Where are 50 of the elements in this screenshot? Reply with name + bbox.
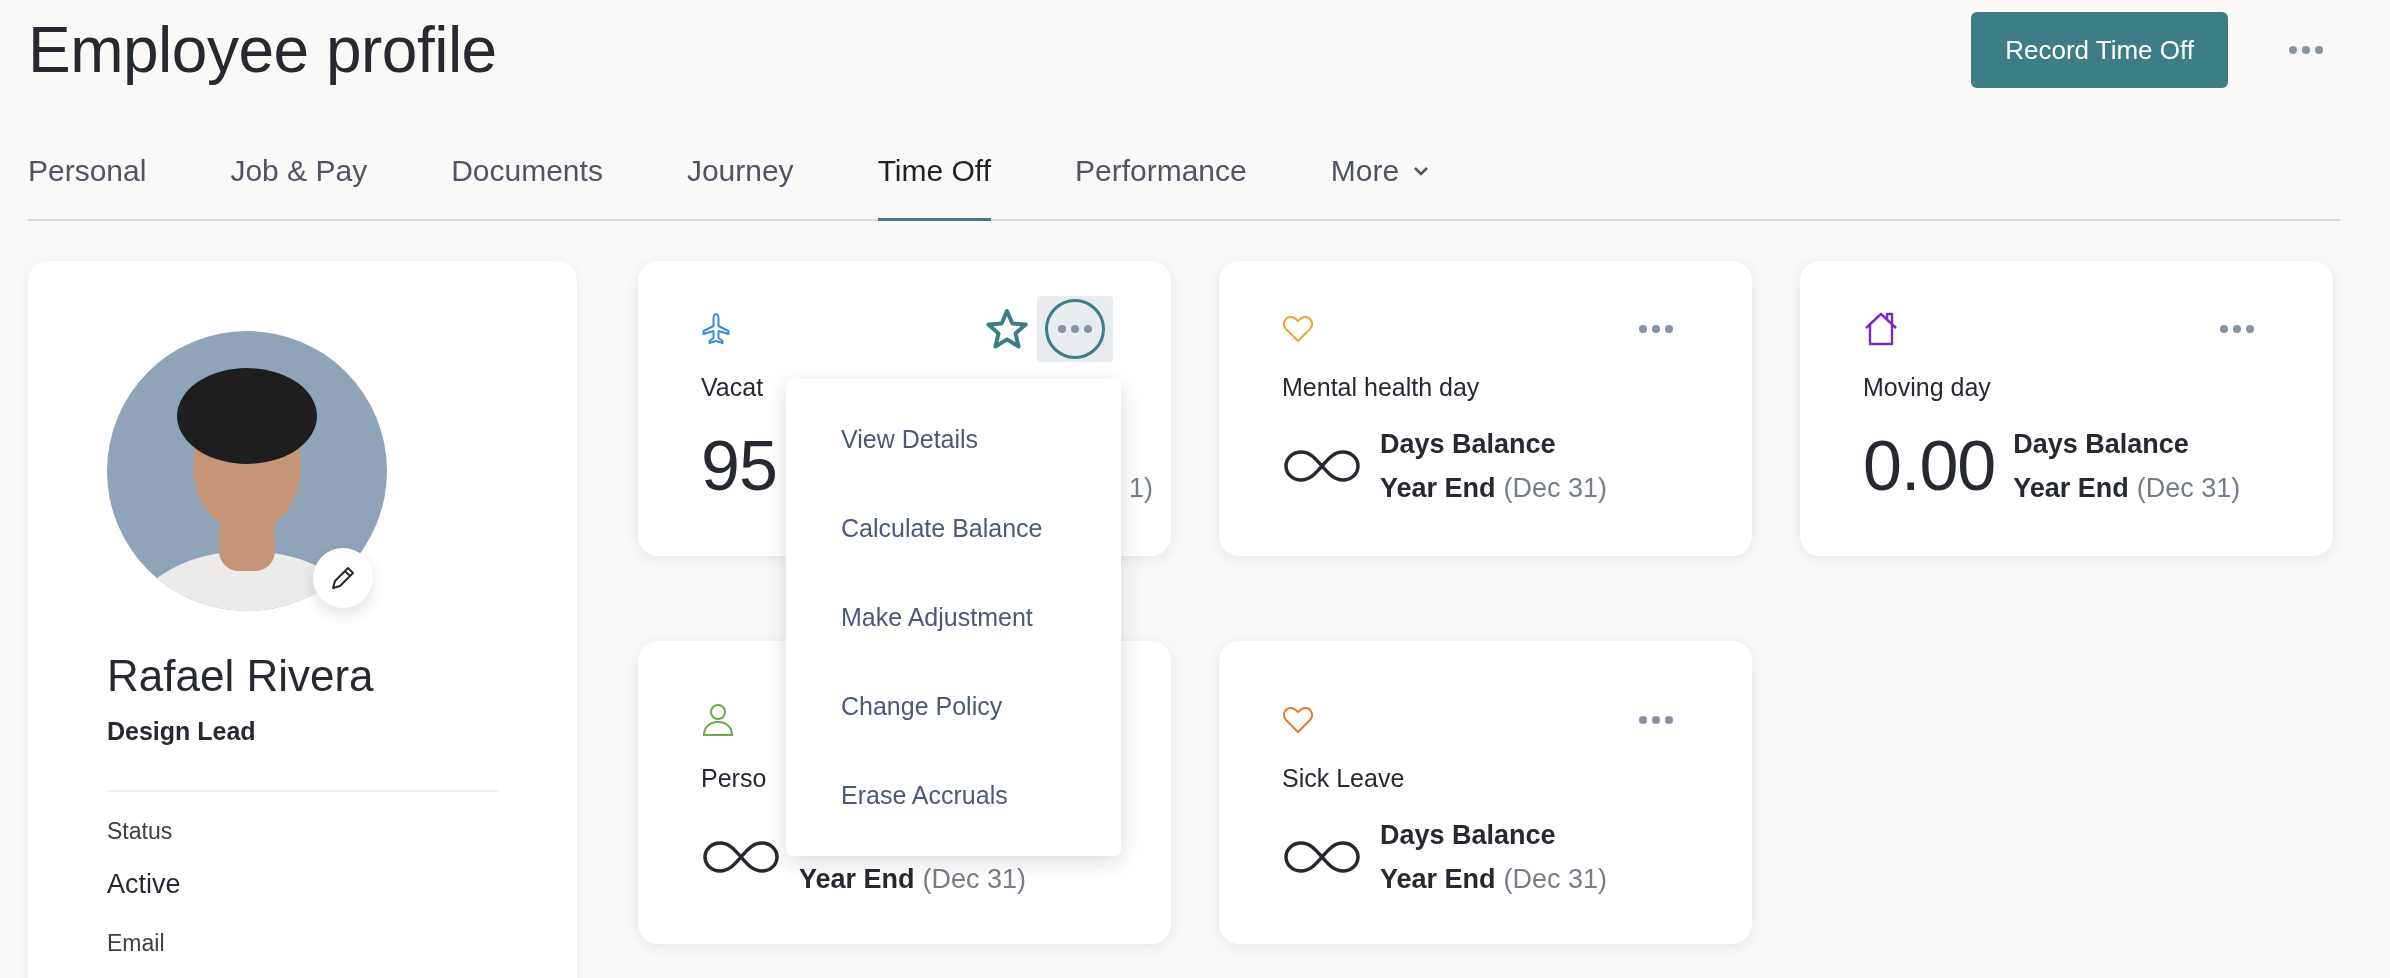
tab[interactable]: Time Off — [877, 154, 991, 221]
star-icon[interactable] — [985, 308, 1029, 350]
balance-label: Days Balance — [1380, 428, 1557, 461]
infinity-icon — [1282, 448, 1362, 484]
leave-type-title: Sick Leave — [1282, 763, 1405, 794]
tab[interactable]: Job & Pay — [230, 154, 368, 221]
period-label: Year End — [1380, 863, 1496, 896]
page-title: Employee profile — [28, 13, 498, 87]
leave-type-title: Perso — [701, 763, 767, 794]
period-date: (Dec 31) — [2136, 473, 2241, 504]
period-label: Year End — [799, 863, 915, 896]
field-label: Status — [107, 818, 174, 845]
tab[interactable]: Journey — [686, 154, 794, 221]
menu-item[interactable]: Calculate Balance — [786, 484, 1121, 573]
balance-value: 95 — [701, 426, 777, 506]
infinity-icon — [1282, 839, 1362, 875]
period-label: Year End — [1380, 472, 1496, 505]
tab[interactable]: More — [1330, 154, 1430, 221]
more-icon[interactable] — [1638, 324, 1674, 334]
record-time-off-button[interactable]: Record Time Off — [1971, 12, 2228, 88]
more-icon[interactable] — [2288, 45, 2324, 55]
tab[interactable]: Documents — [451, 154, 603, 221]
chevron-down-icon — [1413, 166, 1430, 176]
balance-label: Days Balance — [2013, 428, 2190, 461]
period-date: (Dec 31) — [922, 864, 1027, 895]
period-date: (Dec 31) — [1503, 864, 1608, 895]
more-icon[interactable] — [2219, 324, 2255, 334]
balance-value: 0.00 — [1863, 426, 1996, 506]
more-button[interactable] — [1037, 296, 1113, 362]
leave-type-title: Moving day — [1863, 372, 1991, 403]
leave-type-title: Mental health day — [1282, 372, 1480, 403]
menu-item[interactable]: Make Adjustment — [786, 573, 1121, 662]
period-date: (Dec 31) — [1503, 473, 1608, 504]
field-value: Active — [107, 869, 182, 900]
infinity-icon — [701, 839, 781, 875]
balance-label: Days Balance — [1380, 819, 1557, 852]
employee-name: Rafael Rivera — [107, 651, 375, 701]
employee-role: Design Lead — [107, 717, 257, 746]
menu-item[interactable]: Erase Accruals — [786, 751, 1121, 840]
more-icon[interactable] — [1638, 715, 1674, 725]
period-date: 1) — [1129, 472, 1153, 504]
field-label: Email — [107, 930, 166, 957]
pencil-icon — [329, 564, 357, 592]
tab[interactable]: Personal — [28, 154, 147, 221]
more-icon[interactable] — [1057, 324, 1093, 334]
menu-item[interactable]: View Details — [786, 395, 1121, 484]
menu-item[interactable]: Change Policy — [786, 662, 1121, 751]
period-label: Year End — [2013, 472, 2129, 505]
leave-type-title: Vacat — [701, 372, 764, 403]
tab[interactable]: Performance — [1075, 154, 1247, 221]
